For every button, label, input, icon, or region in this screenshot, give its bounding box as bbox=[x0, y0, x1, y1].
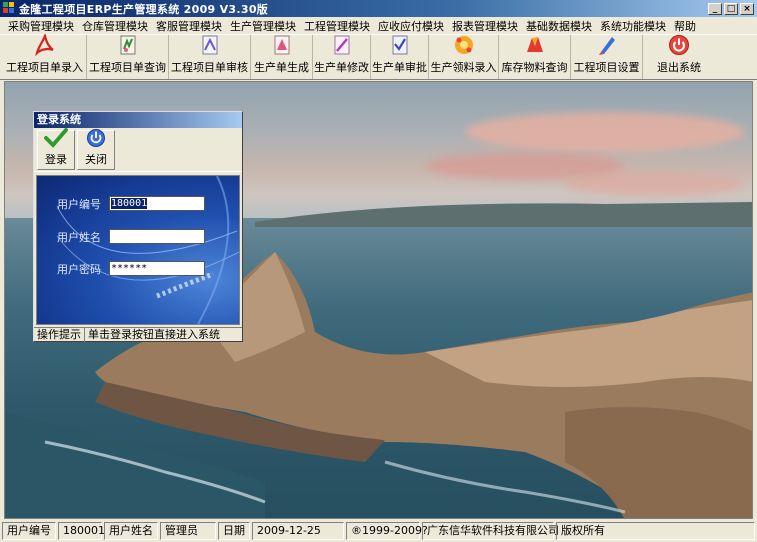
menu-receivable-payable[interactable]: 应收应付模块 bbox=[374, 18, 448, 34]
toolbar-project-entry-button[interactable]: 工程项目单录入 bbox=[3, 32, 87, 79]
material-entry-icon bbox=[453, 34, 475, 56]
login-button[interactable]: 登录 bbox=[37, 128, 75, 170]
inventory-query-icon bbox=[524, 34, 546, 56]
toolbar-production-generate-button[interactable]: 生产单生成 bbox=[251, 35, 313, 79]
login-hint-bar: 操作提示 单击登录按钮直接进入系统 bbox=[34, 327, 242, 342]
password-row: 用户密码 ****** bbox=[57, 261, 205, 276]
power-exit-icon bbox=[668, 34, 690, 56]
password-field[interactable]: ****** bbox=[109, 261, 205, 276]
title-bar: 金隆工程项目ERP生产管理系统 2009 V3.30版 _ □ × bbox=[0, 0, 757, 17]
user-name-row: 用户姓名 bbox=[57, 229, 205, 244]
status-user-name-label: 用户姓名 bbox=[104, 522, 158, 540]
login-dialog: 登录系统 登录 关闭 用户编号 180001 用户姓名 用户密码 ****** … bbox=[33, 111, 243, 342]
login-dialog-title: 登录系统 bbox=[34, 112, 242, 128]
hint-text: 单击登录按钮直接进入系统 bbox=[88, 328, 220, 341]
status-date: 2009-12-25 bbox=[252, 522, 344, 540]
app-logo-icon bbox=[3, 2, 16, 15]
toolbar-material-entry-button[interactable]: 生产领料录入 bbox=[429, 35, 499, 79]
menu-help[interactable]: 帮助 bbox=[670, 18, 700, 34]
window-title: 金隆工程项目ERP生产管理系统 2009 V3.30版 bbox=[19, 2, 269, 16]
minimize-button[interactable]: _ bbox=[708, 2, 722, 15]
menu-system[interactable]: 系统功能模块 bbox=[596, 18, 670, 34]
checkmark-icon bbox=[44, 128, 68, 151]
menu-warehouse[interactable]: 仓库管理模块 bbox=[78, 18, 152, 34]
close-window-button[interactable]: × bbox=[740, 2, 754, 15]
doc-approve-icon bbox=[389, 34, 411, 56]
status-user-id: 180001 bbox=[58, 522, 105, 540]
menu-purchase[interactable]: 采购管理模块 bbox=[4, 18, 78, 34]
status-date-label: 日期 bbox=[218, 522, 250, 540]
doc-generate-icon bbox=[271, 34, 293, 56]
status-copyright: ®1999-2009? bbox=[346, 522, 428, 540]
status-rights: 版权所有 bbox=[556, 522, 755, 540]
doc-query-icon bbox=[117, 34, 139, 56]
status-user-id-label: 用户编号 bbox=[2, 522, 56, 540]
doc-edit-icon bbox=[331, 34, 353, 56]
login-form-panel: 用户编号 180001 用户姓名 用户密码 ****** bbox=[36, 175, 240, 325]
toolbar-exit-button[interactable]: 退出系统 bbox=[643, 35, 715, 79]
menu-production[interactable]: 生产管理模块 bbox=[226, 18, 300, 34]
toolbar-project-settings-button[interactable]: 工程项目设置 bbox=[571, 35, 643, 79]
user-name-field[interactable] bbox=[109, 229, 205, 244]
user-id-field[interactable]: 180001 bbox=[109, 196, 205, 211]
toolbar: 工程项目单录入 工程项目单查询 工程项目单审核 生产单生成 生产单修改 生产单审… bbox=[0, 32, 757, 80]
menu-customer-service[interactable]: 客服管理模块 bbox=[152, 18, 226, 34]
toolbar-project-query-button[interactable]: 工程项目单查询 bbox=[87, 35, 169, 79]
status-bar: 用户编号 180001 用户姓名 管理员 日期 2009-12-25 ®1999… bbox=[0, 520, 757, 542]
doc-review-icon bbox=[199, 34, 221, 56]
login-close-button[interactable]: 关闭 bbox=[77, 128, 115, 170]
toolbar-inventory-query-button[interactable]: 库存物料查询 bbox=[499, 35, 571, 79]
pen-settings-icon bbox=[596, 34, 618, 56]
status-user-name: 管理员 bbox=[160, 522, 216, 540]
maximize-button[interactable]: □ bbox=[724, 2, 738, 15]
menu-base-data[interactable]: 基础数据模块 bbox=[522, 18, 596, 34]
status-company: 广东信华软件科技有限公司 bbox=[422, 522, 559, 540]
menu-reports[interactable]: 报表管理模块 bbox=[448, 18, 522, 34]
toolbar-project-review-button[interactable]: 工程项目单审核 bbox=[169, 35, 251, 79]
power-close-icon bbox=[85, 128, 107, 151]
user-id-row: 用户编号 180001 bbox=[57, 196, 205, 211]
toolbar-production-edit-button[interactable]: 生产单修改 bbox=[313, 35, 371, 79]
menu-bar: 采购管理模块 仓库管理模块 客服管理模块 生产管理模块 工程管理模块 应收应付模… bbox=[0, 17, 757, 34]
menu-engineering[interactable]: 工程管理模块 bbox=[300, 18, 374, 34]
hint-label: 操作提示 bbox=[34, 328, 85, 342]
login-toolbar: 登录 关闭 bbox=[34, 128, 242, 172]
pdf-doc-icon bbox=[34, 32, 56, 57]
toolbar-production-approve-button[interactable]: 生产单审批 bbox=[371, 35, 429, 79]
